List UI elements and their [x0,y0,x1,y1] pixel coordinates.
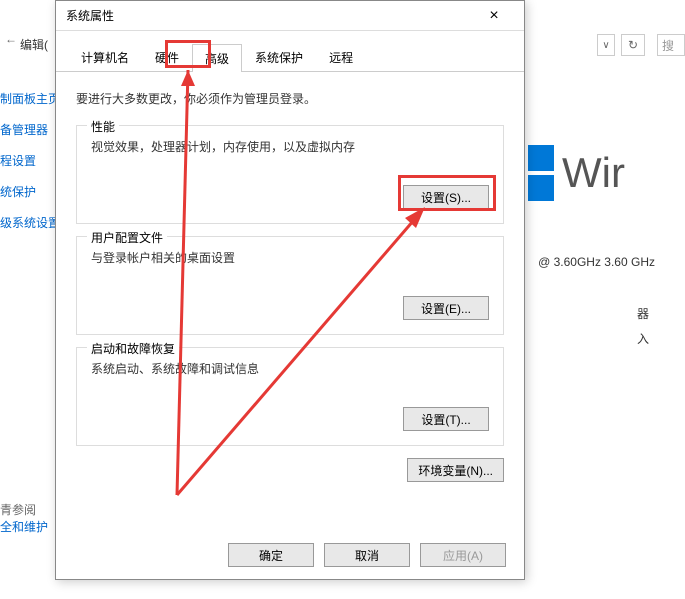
sidebar-link[interactable]: 备管理器 [0,121,55,138]
sidebar-link[interactable]: 级系统设置 [0,214,55,231]
windows-brand-text: Wir [562,149,625,197]
path-dropdown[interactable]: ∨ [597,34,615,56]
startup-recovery-group: 启动和故障恢复 系统启动、系统故障和调试信息 设置(T)... [76,347,504,446]
tab-system-protection[interactable]: 系统保护 [242,43,316,71]
user-profile-settings-button[interactable]: 设置(E)... [403,296,489,320]
sidebar-link[interactable]: 制面板主页 [0,90,55,107]
nav-arrows: ← [5,32,17,46]
tab-strip: 计算机名 硬件 高级 系统保护 远程 [56,31,524,72]
ok-button[interactable]: 确定 [228,543,314,567]
dialog-content: 要进行大多数更改，你必须作为管理员登录。 性能 视觉效果，处理器计划，内存使用，… [56,72,524,518]
performance-title: 性能 [87,118,119,135]
back-icon[interactable]: ← [5,32,17,46]
bg-label-input: 入 [637,330,685,347]
performance-group: 性能 视觉效果，处理器计划，内存使用，以及虚拟内存 设置(S)... [76,125,504,224]
performance-settings-button[interactable]: 设置(S)... [403,185,489,209]
close-icon[interactable]: × [474,7,514,25]
dialog-footer: 确定 取消 应用(A) [228,543,506,567]
dialog-title: 系统属性 [66,7,474,24]
edit-menu[interactable]: 编辑( [20,36,48,53]
tab-computer-name[interactable]: 计算机名 [68,43,142,71]
system-properties-dialog: 系统属性 × 计算机名 硬件 高级 系统保护 远程 要进行大多数更改，你必须作为… [55,0,525,580]
startup-recovery-settings-button[interactable]: 设置(T)... [403,407,489,431]
refresh-button[interactable]: ↻ [621,34,645,56]
user-profile-title: 用户配置文件 [87,229,167,246]
cpu-info: @ 3.60GHz 3.60 GHz [538,255,655,269]
admin-instruction: 要进行大多数更改，你必须作为管理员登录。 [76,90,504,107]
user-profile-group: 用户配置文件 与登录帐户相关的桌面设置 设置(E)... [76,236,504,335]
performance-desc: 视觉效果，处理器计划，内存使用，以及虚拟内存 [91,138,489,155]
tab-advanced[interactable]: 高级 [192,44,242,72]
bg-label-processor: 器 [637,305,685,322]
tab-remote[interactable]: 远程 [316,43,366,71]
startup-recovery-desc: 系统启动、系统故障和调试信息 [91,360,489,377]
search-input[interactable]: 搜 [657,34,685,56]
see-also-label: 青参阅 [0,501,55,518]
titlebar: 系统属性 × [56,1,524,31]
cancel-button[interactable]: 取消 [324,543,410,567]
control-panel-sidebar: 制面板主页 备管理器 程设置 统保护 级系统设置 青参阅 全和维护 [0,90,55,549]
user-profile-desc: 与登录帐户相关的桌面设置 [91,249,489,266]
sidebar-link[interactable]: 程设置 [0,152,55,169]
apply-button[interactable]: 应用(A) [420,543,506,567]
startup-recovery-title: 启动和故障恢复 [87,340,179,357]
tab-hardware[interactable]: 硬件 [142,43,192,71]
sidebar-link[interactable]: 统保护 [0,183,55,200]
environment-variables-button[interactable]: 环境变量(N)... [407,458,504,482]
sidebar-link-security[interactable]: 全和维护 [0,518,55,535]
